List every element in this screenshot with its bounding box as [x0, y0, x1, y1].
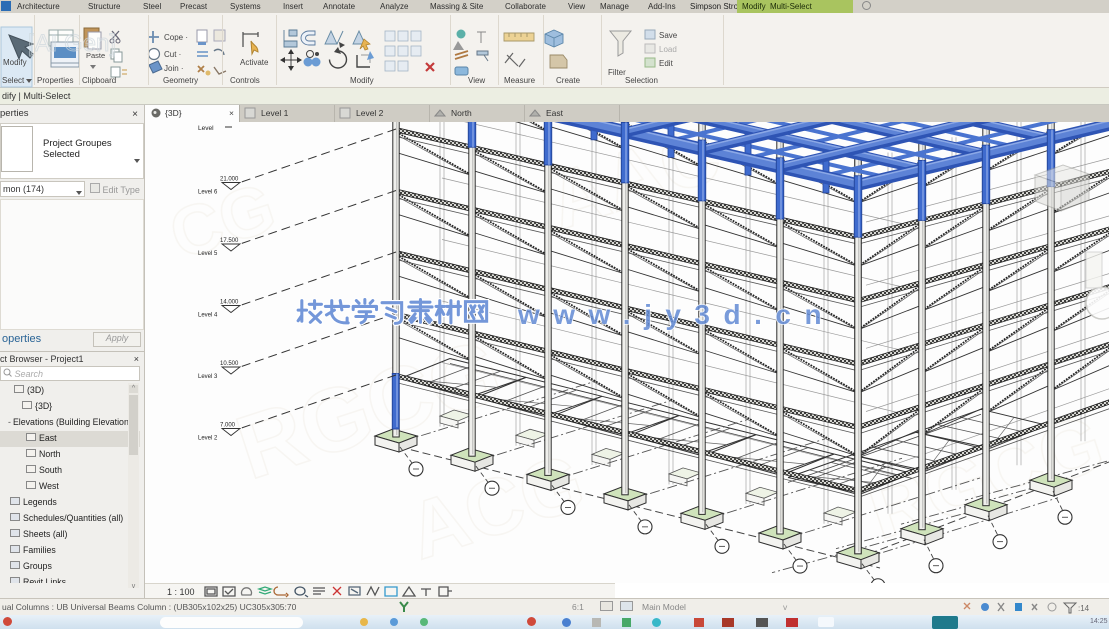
svg-text:Activate: Activate — [240, 58, 269, 67]
svg-text:Level: Level — [198, 125, 214, 132]
svg-text:Modify: Modify — [3, 58, 27, 67]
svg-text:Level 6: Level 6 — [198, 190, 218, 196]
svg-text::14: :14 — [1078, 604, 1090, 613]
svg-text:Level 5: Level 5 — [198, 251, 218, 257]
svg-text:Level 4: Level 4 — [198, 313, 218, 319]
svg-text:17.500: 17.500 — [220, 238, 239, 244]
svg-text:Join ·: Join · — [164, 64, 184, 73]
svg-text:10.500: 10.500 — [220, 361, 239, 367]
svg-text:[AI Gen]: [AI Gen] — [28, 30, 116, 57]
svg-text:Level 2: Level 2 — [198, 436, 218, 442]
svg-text:Load: Load — [659, 45, 677, 54]
svg-text:Cope ·: Cope · — [164, 33, 188, 42]
svg-text:Filter: Filter — [608, 68, 626, 77]
svg-text:21.000: 21.000 — [220, 177, 239, 183]
svg-text:Edit: Edit — [659, 59, 674, 68]
svg-text:14.000: 14.000 — [220, 300, 239, 306]
svg-text:Cut ·: Cut · — [164, 50, 181, 59]
svg-text:Save: Save — [659, 31, 678, 40]
svg-text:www.jy3d.cn: www.jy3d.cn — [517, 299, 835, 330]
svg-text:Level 3: Level 3 — [198, 374, 218, 380]
svg-text:CG: CG — [161, 168, 285, 275]
svg-text:7.000: 7.000 — [220, 423, 236, 429]
